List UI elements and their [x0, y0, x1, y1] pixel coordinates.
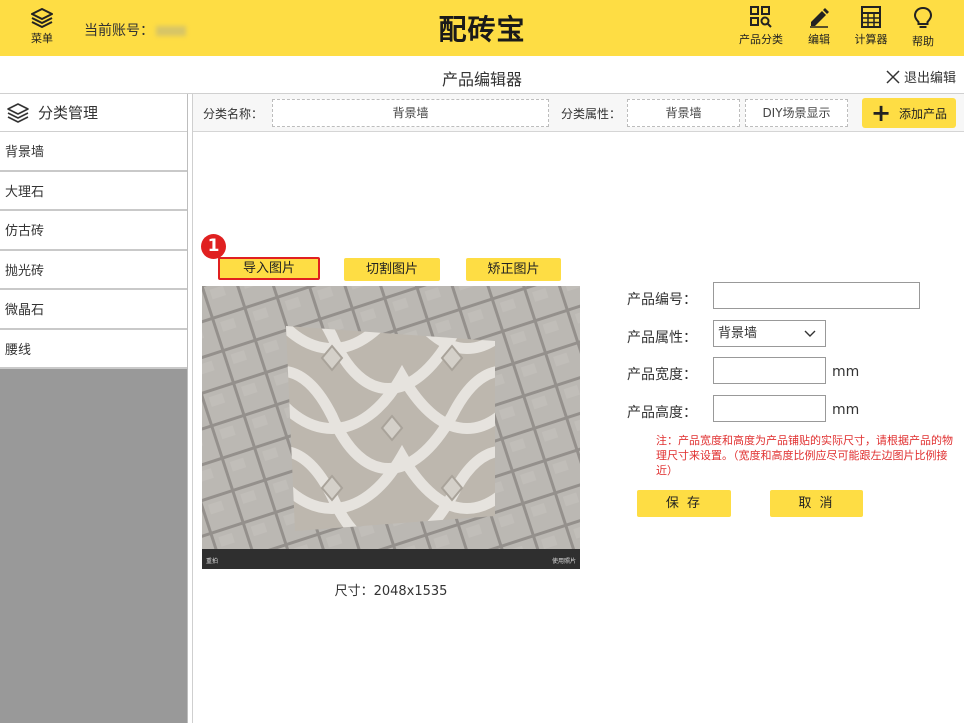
sidebar-item-antique-tile[interactable]: 仿古砖	[0, 211, 187, 251]
sidebar-item-marble[interactable]: 大理石	[0, 171, 187, 211]
tool-label: 编辑	[808, 33, 830, 46]
product-attr-label: 产品属性：	[627, 330, 697, 346]
tool-label: 计算器	[854, 33, 888, 46]
close-icon	[886, 69, 900, 84]
add-product-label: 添加产品	[899, 106, 948, 121]
product-category-button[interactable]: 产品分类	[735, 6, 787, 47]
save-button[interactable]: 保 存	[637, 490, 731, 517]
plus-icon: +	[870, 99, 892, 127]
chevron-down-icon	[804, 330, 816, 337]
product-height-label: 产品高度：	[627, 405, 697, 421]
filter-bar: 分类名称： 背景墙 分类属性： 背景墙 DIY场景显示 + 添加产品	[193, 94, 964, 132]
sidebar-item-label: 背景墙	[5, 145, 45, 161]
sidebar-item-polished-tile[interactable]: 抛光砖	[0, 250, 187, 290]
calculator-button[interactable]: 计算器	[850, 6, 892, 47]
account-label: 当前账号：	[84, 23, 154, 39]
step-badge: 1	[201, 234, 226, 259]
sidebar-item-label: 大理石	[5, 184, 45, 200]
photo-right-caption: 使用照片	[551, 558, 576, 565]
pencil-icon	[810, 8, 829, 28]
account-redacted	[156, 26, 186, 36]
category-attr-label: 分类属性：	[561, 107, 622, 121]
sidebar-title: 分类管理	[38, 104, 99, 122]
tool-label: 帮助	[912, 35, 934, 48]
sidebar-item-label: 仿古砖	[5, 224, 45, 240]
product-code-input[interactable]	[713, 282, 920, 309]
diy-scene-button[interactable]: DIY场景显示	[745, 99, 848, 127]
correct-image-button[interactable]: 矫正图片	[466, 258, 561, 281]
product-height-input[interactable]	[713, 395, 826, 422]
menu-label: 菜单	[31, 32, 53, 45]
main-content: 分类名称： 背景墙 分类属性： 背景墙 DIY场景显示 + 添加产品 1 导入图…	[192, 94, 964, 723]
layers-icon	[31, 8, 53, 28]
size-note: 注：产品宽度和高度为产品铺贴的实际尺寸，请根据产品的物理尺寸来设置。（宽度和高度…	[656, 434, 953, 477]
category-management-header: 分类管理	[0, 94, 187, 132]
grid-search-icon	[750, 6, 772, 28]
product-code-label: 产品编号：	[627, 292, 697, 308]
account-info: 当前账号：	[84, 20, 186, 40]
lightbulb-icon	[913, 6, 933, 28]
calculator-icon	[861, 6, 881, 28]
category-sidebar: 分类管理 背景墙 大理石 仿古砖 抛光砖 微晶石 腰线	[0, 94, 188, 723]
import-image-button[interactable]: 导入图片	[218, 257, 320, 280]
exit-label: 退出编辑	[903, 71, 956, 86]
sidebar-item-background-wall[interactable]: 背景墙	[0, 132, 187, 172]
layers-icon	[7, 102, 29, 123]
tool-label: 产品分类	[739, 33, 783, 46]
category-attr-field[interactable]: 背景墙	[627, 99, 740, 127]
editor-subheader: 产品编辑器 退出编辑	[0, 56, 964, 94]
photo-left-caption: 重拍	[206, 558, 219, 565]
product-width-label: 产品宽度：	[627, 367, 697, 383]
product-width-input[interactable]	[713, 357, 826, 384]
add-product-button[interactable]: + 添加产品	[862, 98, 956, 128]
exit-edit-button[interactable]: 退出编辑	[886, 67, 956, 86]
product-attr-select[interactable]: 背景墙	[713, 320, 826, 347]
page-title: 产品编辑器	[441, 70, 522, 89]
top-header: 菜单 当前账号： 配砖宝 产品分类 编辑 计算器 帮助	[0, 0, 964, 56]
cancel-button[interactable]: 取 消	[770, 490, 863, 517]
cut-image-button[interactable]: 切割图片	[344, 258, 440, 281]
category-name-field[interactable]: 背景墙	[272, 99, 549, 127]
height-unit: mm	[832, 402, 860, 418]
menu-button[interactable]: 菜单	[22, 8, 62, 50]
help-button[interactable]: 帮助	[906, 6, 940, 49]
width-unit: mm	[832, 364, 860, 380]
category-name-label: 分类名称：	[203, 107, 264, 121]
sidebar-item-waistline[interactable]: 腰线	[0, 329, 187, 369]
sidebar-item-label: 腰线	[5, 342, 32, 358]
edit-button[interactable]: 编辑	[803, 6, 835, 47]
image-size-label: 尺寸：2048x1535	[334, 584, 448, 599]
sidebar-item-label: 抛光砖	[5, 263, 45, 279]
sidebar-item-label: 微晶石	[5, 303, 45, 319]
sidebar-item-crystal-stone[interactable]: 微晶石	[0, 290, 187, 330]
product-attr-value: 背景墙	[718, 326, 758, 341]
product-photo: 重拍 使用照片	[202, 286, 580, 569]
